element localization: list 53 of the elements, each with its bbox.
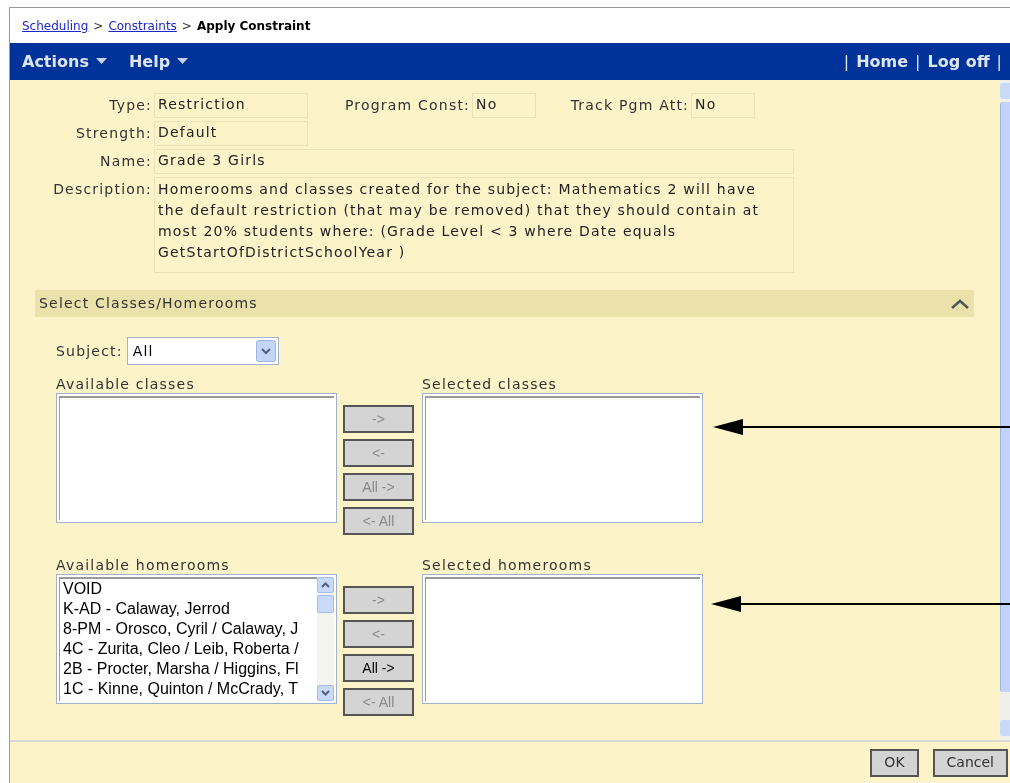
field-label: Strength: [74,124,153,143]
nav-separator: | [843,50,850,73]
subject-select[interactable]: All [126,337,279,365]
footer-button[interactable]: Cancel [932,748,1008,777]
field-value: No [691,93,755,118]
description-text: Homerooms and classes created for the subject: Mathematics 2 will have the default restriction (that may be removed) that they should contain at most 20% students where: (Grade Level < 3 where Date equals GetStartOfDistrictSchoolYear ) [154,177,794,273]
list-label: Available classes [56,375,196,393]
subject-label: Subject: [56,341,123,361]
scrollbar[interactable] [1000,80,1010,740]
field-label: Name: [98,152,153,171]
list-item[interactable]: 4C - Zurita, Cleo / Leib, Roberta / [63,639,317,659]
list-box[interactable] [422,574,703,704]
footer-button[interactable]: OK [870,748,919,777]
nav-link[interactable]: Home [856,49,909,74]
caret-icon [95,58,107,65]
breadcrumb-separator: > [181,17,192,35]
field-label: Type: [108,96,153,115]
list-box[interactable] [422,393,703,523]
field-value: Grade 3 Girls [154,149,794,174]
nav-separator: | [996,50,1002,73]
breadcrumb-current: Apply Constraint [196,17,311,35]
field-label: Description: [52,180,153,199]
nav-link[interactable]: Log off [927,49,990,74]
section-title: Select Classes/Homerooms [39,294,258,313]
breadcrumb-separator: > [93,17,104,35]
transfer-button[interactable]: All -> [343,654,414,682]
caret-icon [177,58,189,65]
list-item[interactable]: VOID [63,579,317,599]
field-label: Program Const: [343,96,471,115]
field-value: No [472,93,536,118]
nav-separator: | [915,50,921,73]
field-value: Default [154,121,308,146]
section-header[interactable]: Select Classes/Homerooms [35,290,974,317]
list-label: Selected classes [422,375,557,393]
field-label: Track Pgm Att: [569,96,690,115]
scroll-down-icon[interactable] [321,690,330,696]
scrollbar[interactable] [317,577,334,701]
list-label: Selected homerooms [422,556,592,574]
menu-button[interactable]: Help [128,49,189,74]
list-box[interactable] [56,393,337,523]
list-item[interactable]: 8-PM - Orosco, Cyril / Calaway, J [63,619,317,639]
list-item[interactable]: 2B - Procter, Marsha / Higgins, Fl [63,659,317,679]
menu-button[interactable]: Actions [22,49,107,74]
field-value: Restriction [154,93,308,118]
scroll-up-icon[interactable] [321,582,330,588]
breadcrumb-link[interactable]: Constraints [108,16,177,35]
scroll-thumb[interactable] [317,595,334,613]
chevron-up-icon[interactable] [950,297,970,310]
list-item[interactable]: 1C - Kinne, Quinton / McCrady, T [63,679,317,699]
list-item[interactable]: K-AD - Calaway, Jerrod [63,599,317,619]
breadcrumb-link[interactable]: Scheduling [22,16,89,35]
list-box[interactable]: VOID K-AD - Calaway, Jerrod 8-PM - Orosco, Cyril / Calaway, J 4C - Zurita, Cleo / Leib, Roberta / 2B - Procter, Marsha / Higgins, Fl 1C - Kinne, Quinton / McCrady, T [56,574,337,704]
list-label: Available homerooms [56,556,231,574]
